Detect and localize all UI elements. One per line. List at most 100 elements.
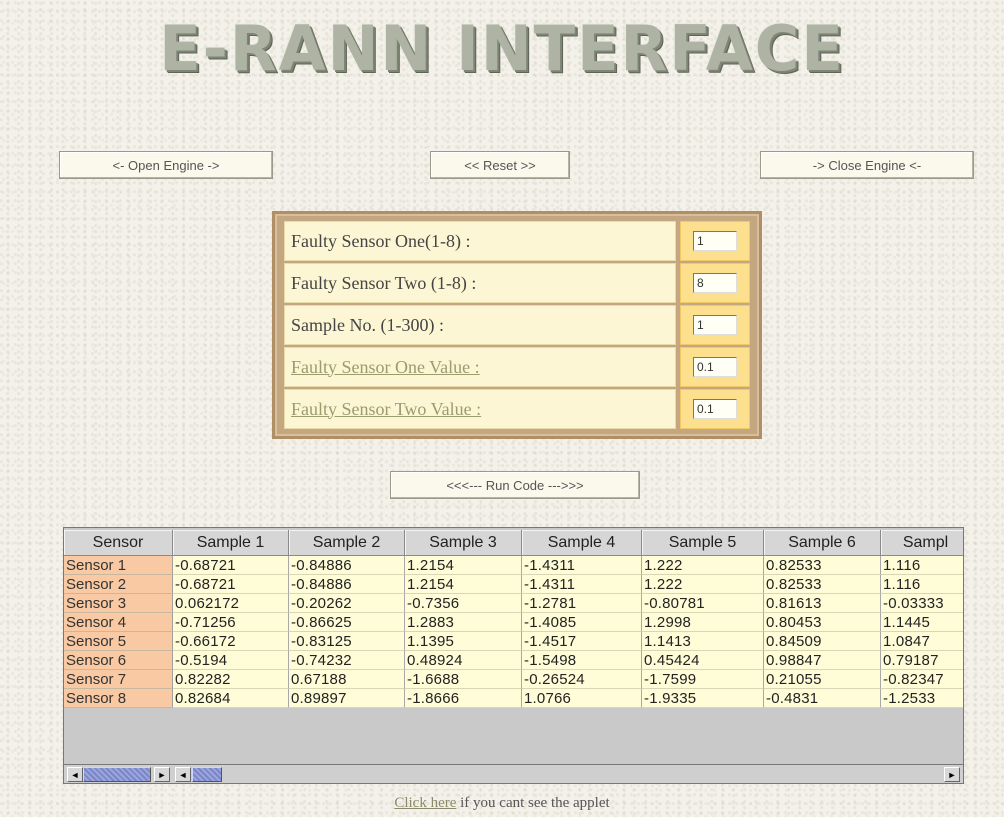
table-cell[interactable]: 1.2154 — [405, 575, 522, 594]
column-header-sample[interactable]: Sample 3 — [405, 530, 522, 556]
table-cell[interactable]: 1.1413 — [642, 632, 764, 651]
table-cell[interactable]: 1.222 — [642, 575, 764, 594]
sample-number-input[interactable]: 1 — [693, 315, 737, 335]
scroll-thumb[interactable] — [192, 767, 222, 782]
table-cell[interactable]: 1.2998 — [642, 613, 764, 632]
table-cell[interactable]: -1.2533 — [881, 689, 963, 708]
faulty-sensor-two-cell: 8 — [680, 263, 750, 303]
run-code-button[interactable]: <<<--- Run Code --->>> — [390, 471, 640, 499]
table-cell[interactable]: -0.26524 — [522, 670, 642, 689]
table-cell[interactable]: 1.116 — [881, 556, 963, 575]
open-engine-button[interactable]: <- Open Engine -> — [59, 151, 273, 179]
table-cell[interactable]: -1.9335 — [642, 689, 764, 708]
table-cell[interactable]: 0.82533 — [764, 575, 881, 594]
column-header-sample[interactable]: Sample 4 — [522, 530, 642, 556]
table-cell[interactable]: -0.80781 — [642, 594, 764, 613]
table-cell[interactable]: -1.2781 — [522, 594, 642, 613]
table-cell[interactable]: -1.6688 — [405, 670, 522, 689]
table-cell[interactable]: 1.2154 — [405, 556, 522, 575]
faulty-sensor-one-input[interactable]: 1 — [693, 231, 737, 251]
table-cell[interactable]: 0.84509 — [764, 632, 881, 651]
table-cell[interactable]: 0.82282 — [173, 670, 289, 689]
row-header-sensor[interactable]: Sensor 3 — [64, 594, 173, 613]
row-header-sensor[interactable]: Sensor 1 — [64, 556, 173, 575]
table-cell[interactable]: -0.68721 — [173, 575, 289, 594]
column-header-sample[interactable]: Sample 5 — [642, 530, 764, 556]
row-header-sensor[interactable]: Sensor 4 — [64, 613, 173, 632]
faulty-sensor-two-value-link[interactable]: Faulty Sensor Two Value : — [284, 389, 676, 429]
column-header-sensor[interactable]: Sensor — [64, 530, 173, 556]
faulty-sensor-one-cell: 1 — [680, 221, 750, 261]
table-cell[interactable]: 1.0847 — [881, 632, 963, 651]
click-here-link[interactable]: Click here — [394, 795, 456, 811]
table-cell[interactable]: -0.71256 — [173, 613, 289, 632]
faulty-sensor-two-label: Faulty Sensor Two (1-8) : — [284, 263, 676, 303]
table-cell[interactable]: -0.84886 — [289, 575, 405, 594]
table-cell[interactable]: -1.4311 — [522, 556, 642, 575]
scroll-right-icon[interactable]: ► — [154, 767, 170, 782]
table-cell[interactable]: 0.45424 — [642, 651, 764, 670]
table-cell[interactable]: 1.0766 — [522, 689, 642, 708]
faulty-sensor-one-value-input[interactable]: 0.1 — [693, 357, 737, 377]
faulty-sensor-two-input[interactable]: 8 — [693, 273, 737, 293]
table-cell[interactable]: 0.81613 — [764, 594, 881, 613]
table-cell[interactable]: -1.4311 — [522, 575, 642, 594]
table-cell[interactable]: -0.03333 — [881, 594, 963, 613]
table-cell[interactable]: -0.4831 — [764, 689, 881, 708]
table-cell[interactable]: -0.82347 — [881, 670, 963, 689]
table-cell[interactable]: -1.4085 — [522, 613, 642, 632]
scroll-thumb[interactable] — [83, 767, 151, 782]
faulty-sensor-two-value-input[interactable]: 0.1 — [693, 399, 737, 419]
scroll-right-icon[interactable]: ► — [944, 767, 960, 782]
table-cell[interactable]: 0.48924 — [405, 651, 522, 670]
table-cell[interactable]: 0.82684 — [173, 689, 289, 708]
sensor-parameters-panel: Faulty Sensor One(1-8) : 1 Faulty Sensor… — [272, 211, 762, 439]
table-cell[interactable]: 1.222 — [642, 556, 764, 575]
table-cell[interactable]: -0.86625 — [289, 613, 405, 632]
row-header-sensor[interactable]: Sensor 8 — [64, 689, 173, 708]
table-cell[interactable]: -1.5498 — [522, 651, 642, 670]
table-cell[interactable]: -1.8666 — [405, 689, 522, 708]
table-cell[interactable]: -0.66172 — [173, 632, 289, 651]
table-cell[interactable]: 0.89897 — [289, 689, 405, 708]
table-cell[interactable]: 1.1445 — [881, 613, 963, 632]
sensor-data-table: Sensor Sample 1 Sample 2 Sample 3 Sample 4 Sa… — [63, 527, 964, 784]
table-cell[interactable]: 0.21055 — [764, 670, 881, 689]
row-header-sensor[interactable]: Sensor 7 — [64, 670, 173, 689]
table-cell[interactable]: -0.20262 — [289, 594, 405, 613]
table-cell[interactable]: 0.67188 — [289, 670, 405, 689]
column-header-sample[interactable]: Sample 6 — [764, 530, 881, 556]
column-header-sample[interactable]: Sample 1 — [173, 530, 289, 556]
faulty-sensor-one-value-link[interactable]: Faulty Sensor One Value : — [284, 347, 676, 387]
table-cell[interactable]: -0.5194 — [173, 651, 289, 670]
scroll-left-icon[interactable]: ◄ — [67, 767, 83, 782]
table-cell[interactable]: -1.7599 — [642, 670, 764, 689]
table-cell[interactable]: -0.83125 — [289, 632, 405, 651]
horizontal-scrollbar[interactable]: ◄ ► — [173, 764, 963, 783]
table-cell[interactable]: 0.80453 — [764, 613, 881, 632]
row-header-sensor[interactable]: Sensor 6 — [64, 651, 173, 670]
column-header-sample[interactable]: Sample 2 — [289, 530, 405, 556]
table-cell[interactable]: 0.98847 — [764, 651, 881, 670]
faulty-sensor-two-value-cell: 0.1 — [680, 389, 750, 429]
table-cell[interactable]: 1.1395 — [405, 632, 522, 651]
row-header-sensor[interactable]: Sensor 5 — [64, 632, 173, 651]
table-cell[interactable]: -0.74232 — [289, 651, 405, 670]
row-header-sensor[interactable]: Sensor 2 — [64, 575, 173, 594]
table-cell[interactable]: 1.2883 — [405, 613, 522, 632]
table-cell[interactable]: -0.84886 — [289, 556, 405, 575]
table-cell[interactable]: -0.68721 — [173, 556, 289, 575]
row-header-scrollbar[interactable]: ◄ ► — [64, 764, 173, 783]
table-cell[interactable]: -0.7356 — [405, 594, 522, 613]
table-cell[interactable]: 0.79187 — [881, 651, 963, 670]
column-header-sample[interactable]: Sampl — [881, 530, 963, 556]
sample-number-cell: 1 — [680, 305, 750, 345]
scroll-left-icon[interactable]: ◄ — [175, 767, 191, 782]
footer-note: Click here if you cant see the applet — [0, 795, 1004, 812]
reset-button[interactable]: << Reset >> — [430, 151, 570, 179]
close-engine-button[interactable]: -> Close Engine <- — [760, 151, 974, 179]
table-cell[interactable]: -1.4517 — [522, 632, 642, 651]
table-cell[interactable]: 0.062172 — [173, 594, 289, 613]
table-cell[interactable]: 1.116 — [881, 575, 963, 594]
table-cell[interactable]: 0.82533 — [764, 556, 881, 575]
